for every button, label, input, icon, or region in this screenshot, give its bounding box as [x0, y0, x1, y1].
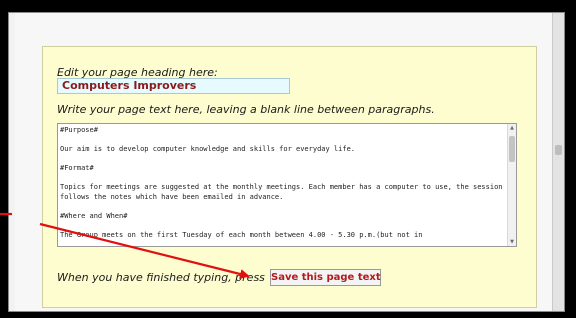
browser-viewport: Edit your page heading here: Computers I… [8, 12, 565, 312]
text-paragraph: #Format# [60, 164, 94, 172]
page-content: Edit your page heading here: Computers I… [15, 13, 557, 311]
page-text-label: Write your page text here, leaving a bla… [57, 103, 435, 116]
textarea-scrollbar[interactable]: ▲ ▼ [507, 124, 516, 246]
text-paragraph: Our aim is to develop computer knowledge… [60, 145, 356, 153]
arrow-up-icon[interactable]: ▲ [508, 124, 516, 132]
text-paragraph: The Group meets on the first Tuesday of … [60, 230, 423, 239]
arrow-down-icon[interactable]: ▼ [508, 238, 516, 246]
text-paragraph: #Purpose# [60, 126, 98, 134]
text-paragraph: Topics for meetings are suggested at the… [60, 183, 507, 201]
edit-panel: Edit your page heading here: Computers I… [42, 46, 537, 308]
save-page-text-button[interactable]: Save this page text [270, 269, 381, 286]
textarea-scroll-thumb[interactable] [509, 136, 515, 162]
finish-instruction: When you have finished typing, press [57, 271, 265, 284]
page-text-area[interactable]: #Purpose# Our aim is to develop computer… [57, 123, 517, 247]
text-paragraph: #Where and When# [60, 211, 128, 220]
page-text-content: #Purpose# Our aim is to develop computer… [60, 126, 507, 246]
browser-scroll-thumb[interactable] [555, 145, 562, 155]
browser-scrollbar[interactable] [552, 13, 564, 311]
page-heading-input[interactable]: Computers Improvers [57, 78, 290, 94]
